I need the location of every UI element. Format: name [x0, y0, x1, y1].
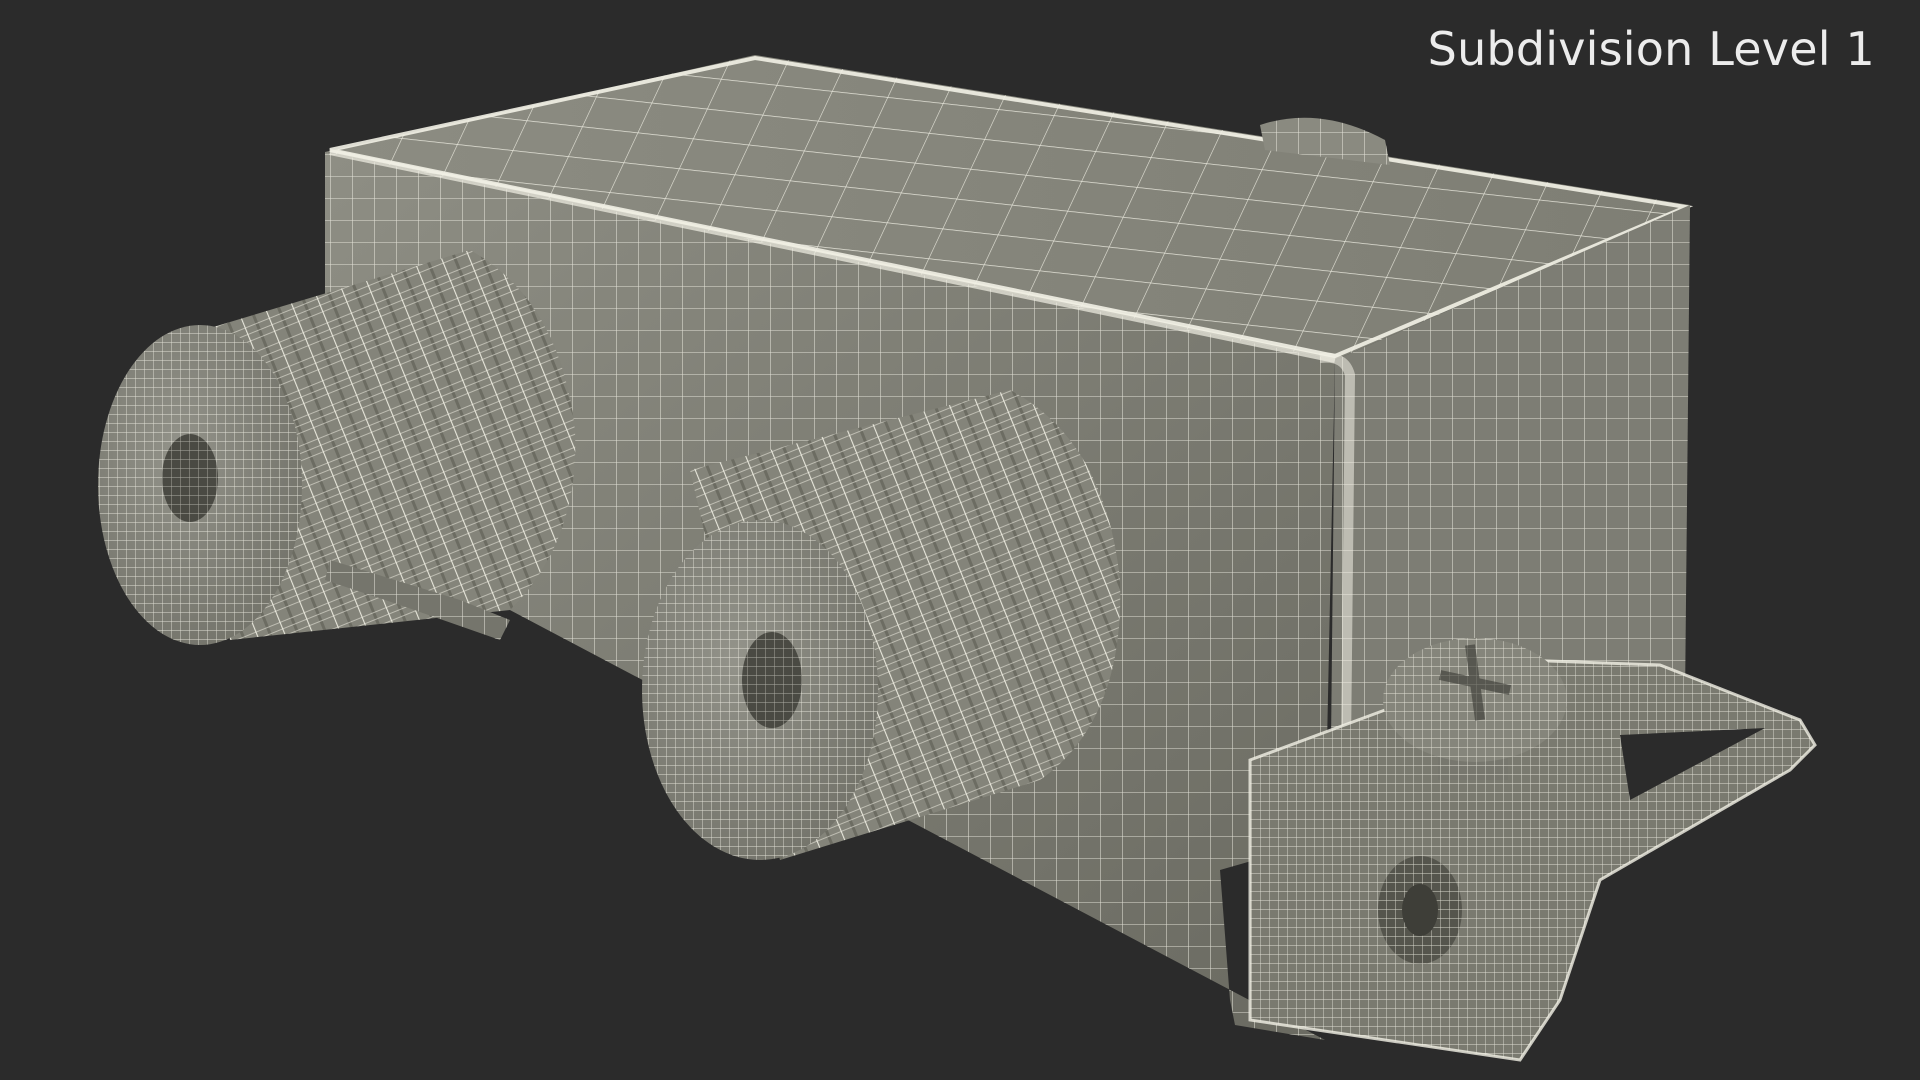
wireframe-render	[98, 55, 1817, 1062]
viewport: Subdivision Level 1	[0, 0, 1920, 1080]
subdivision-level-label: Subdivision Level 1	[1427, 22, 1875, 76]
f-connector-left	[98, 250, 576, 645]
